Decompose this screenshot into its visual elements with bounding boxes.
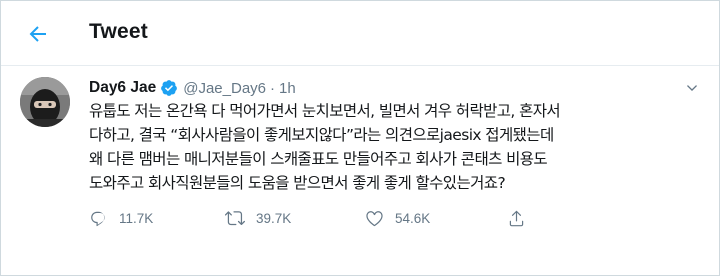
like-button[interactable]: 54.6K <box>365 205 430 231</box>
tweet-text-line: 도와주고 회사직원분들의 도움을 받으면서 좋게 좋게 할수있는거죠? <box>89 174 506 192</box>
tweet-text-line: 유툽도 저는 온간욕 다 먹어가면서 눈치보면서, 빌면서 겨우 허락받고, 혼… <box>89 102 561 120</box>
retweet-icon <box>225 211 245 226</box>
share-icon <box>509 210 524 226</box>
tweet-text-line: 왜 다른 맴버는 매니저분들이 스캐줄표도 만들어주고 회사가 콘태츠 비용도 <box>89 150 548 168</box>
back-button[interactable] <box>23 19 53 49</box>
heart-icon <box>366 210 383 226</box>
tweet-text: 유툽도 저는 온간욕 다 먹어가면서 눈치보면서, 빌면서 겨우 허락받고, 혼… <box>89 99 694 195</box>
tweet-text-line: 다하고, 결국 “회사사람을이 좋게보지않다”라는 의견으로jaesix 접게됐… <box>89 126 554 144</box>
share-button[interactable] <box>507 205 526 231</box>
avatar[interactable] <box>20 77 70 127</box>
reply-count: 11.7K <box>119 210 154 226</box>
page-title: Tweet <box>89 20 148 43</box>
reply-icon <box>91 211 105 226</box>
avatar-image <box>20 77 70 127</box>
display-name[interactable]: Day6 Jae <box>89 79 156 97</box>
tweet-header: Day6 Jae @Jae_Day6 · 1h <box>89 78 296 98</box>
timestamp[interactable]: 1h <box>279 80 296 97</box>
like-count: 54.6K <box>395 210 431 226</box>
verified-badge-icon <box>161 80 178 96</box>
retweet-count: 39.7K <box>256 210 292 226</box>
dot-separator: · <box>270 79 276 97</box>
header-bar: Tweet <box>1 1 719 66</box>
chevron-down-icon <box>687 85 697 91</box>
more-options-button[interactable] <box>682 78 702 98</box>
reply-button[interactable]: 11.7K <box>89 205 153 231</box>
retweet-button[interactable]: 39.7K <box>225 205 291 231</box>
tweet-actions: 11.7K 39.7K 54.6K <box>89 205 689 231</box>
back-arrow-icon <box>29 26 46 42</box>
user-handle[interactable]: @Jae_Day6 <box>183 80 266 97</box>
